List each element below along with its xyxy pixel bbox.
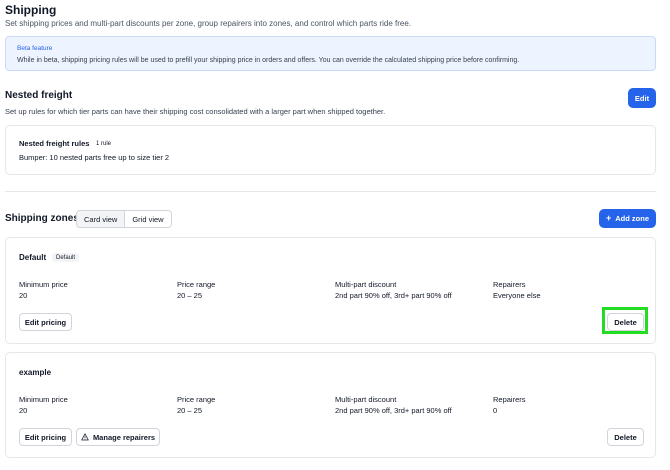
- zone-card-example: example Minimum price Price range Multi-…: [5, 352, 656, 458]
- repairers-value: Everyone else: [493, 291, 541, 300]
- manage-repairers-button[interactable]: Manage repairers: [76, 428, 160, 446]
- beta-text: While in beta, shipping pricing rules wi…: [17, 57, 520, 64]
- beta-title: Beta feature: [17, 45, 53, 52]
- warning-triangle-icon: [81, 433, 89, 441]
- column-label: Minimum price: [19, 280, 68, 289]
- shipping-zones-title: Shipping zones: [5, 213, 79, 224]
- page-subtitle: Set shipping prices and multi-part disco…: [5, 19, 411, 28]
- manage-repairers-label: Manage repairers: [92, 432, 156, 442]
- edit-pricing-button[interactable]: Edit pricing: [19, 428, 72, 446]
- multi-part-discount-value: 2nd part 90% off, 3rd+ part 90% off: [335, 406, 452, 415]
- edit-pricing-button[interactable]: Edit pricing: [19, 313, 72, 331]
- column-label: Repairers: [493, 395, 526, 404]
- minimum-price-value: 20: [19, 406, 28, 415]
- zone-name: example: [19, 368, 52, 377]
- zone-card-default: Default Default Minimum price Price rang…: [5, 237, 656, 344]
- column-label: Repairers: [493, 280, 526, 289]
- add-zone-label: Add zone: [615, 214, 649, 223]
- default-badge: Default: [52, 253, 80, 262]
- nested-freight-edit-button[interactable]: Edit: [628, 88, 656, 108]
- page-title: Shipping: [5, 3, 57, 17]
- nested-freight-description: Set up rules for which tier parts can ha…: [5, 107, 386, 116]
- view-toggle: Card view Grid view: [76, 210, 172, 228]
- add-zone-button[interactable]: + Add zone: [599, 209, 656, 228]
- section-divider: [5, 191, 656, 192]
- column-label: Multi-part discount: [335, 395, 397, 404]
- rules-count-badge: 1 rule: [96, 140, 112, 147]
- beta-notice: Beta feature While in beta, shipping pri…: [5, 36, 656, 71]
- column-label: Price range: [177, 395, 216, 404]
- price-range-value: 20 – 25: [177, 406, 203, 415]
- tab-card-view[interactable]: Card view: [77, 211, 126, 227]
- minimum-price-value: 20: [19, 291, 28, 300]
- tab-grid-view[interactable]: Grid view: [125, 211, 171, 227]
- repairers-value: 0: [493, 406, 498, 415]
- column-label: Price range: [177, 280, 216, 289]
- zone-name: Default: [19, 253, 47, 262]
- column-label: Minimum price: [19, 395, 68, 404]
- column-label: Multi-part discount: [335, 280, 397, 289]
- delete-zone-button[interactable]: Delete: [607, 428, 644, 446]
- multi-part-discount-value: 2nd part 90% off, 3rd+ part 90% off: [335, 291, 452, 300]
- plus-icon: +: [605, 213, 612, 223]
- nested-freight-rules-title: Nested freight rules: [19, 139, 90, 148]
- delete-highlight: [602, 307, 648, 334]
- price-range-value: 20 – 25: [177, 291, 203, 300]
- nested-freight-rules-card: Nested freight rules 1 rule Bumper: 10 n…: [5, 125, 656, 175]
- nested-freight-title: Nested freight: [5, 90, 73, 101]
- nested-freight-rule: Bumper: 10 nested parts free up to size …: [19, 153, 170, 162]
